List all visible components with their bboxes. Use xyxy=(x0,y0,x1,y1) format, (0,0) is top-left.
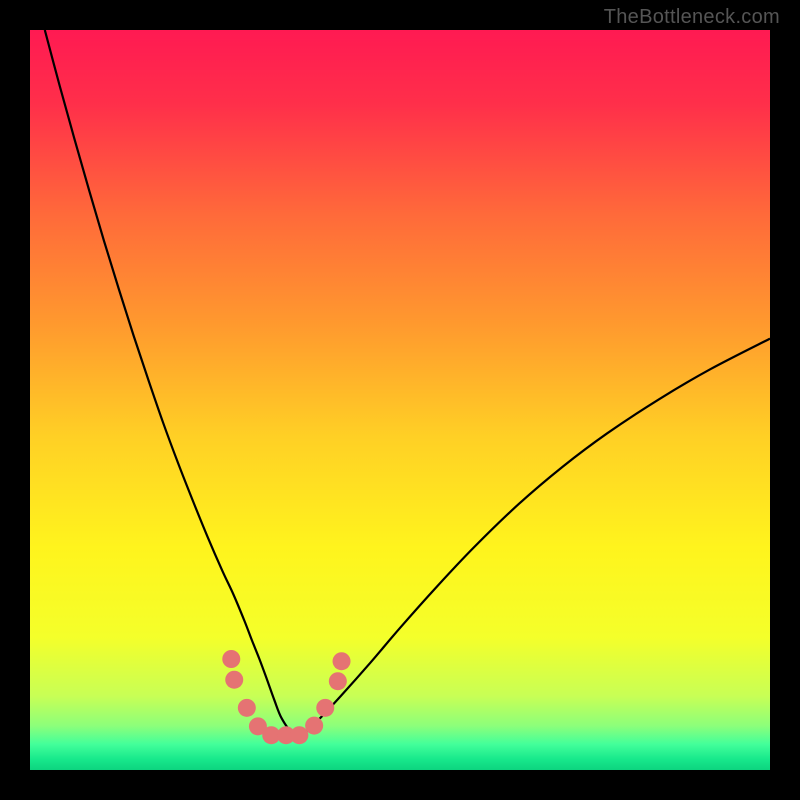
highlight-dot xyxy=(316,699,334,717)
outer-frame: TheBottleneck.com xyxy=(0,0,800,800)
highlight-dot xyxy=(238,699,256,717)
watermark-text: TheBottleneck.com xyxy=(604,6,780,29)
bottleneck-curve xyxy=(45,30,770,735)
highlight-dot xyxy=(329,672,347,690)
highlight-dot xyxy=(222,650,240,668)
highlight-dots xyxy=(222,650,350,744)
highlight-dot xyxy=(333,652,351,670)
plot-area xyxy=(30,30,770,770)
highlight-dot xyxy=(290,726,308,744)
highlight-dot xyxy=(305,717,323,735)
highlight-dot xyxy=(225,671,243,689)
curve-layer xyxy=(30,30,770,770)
